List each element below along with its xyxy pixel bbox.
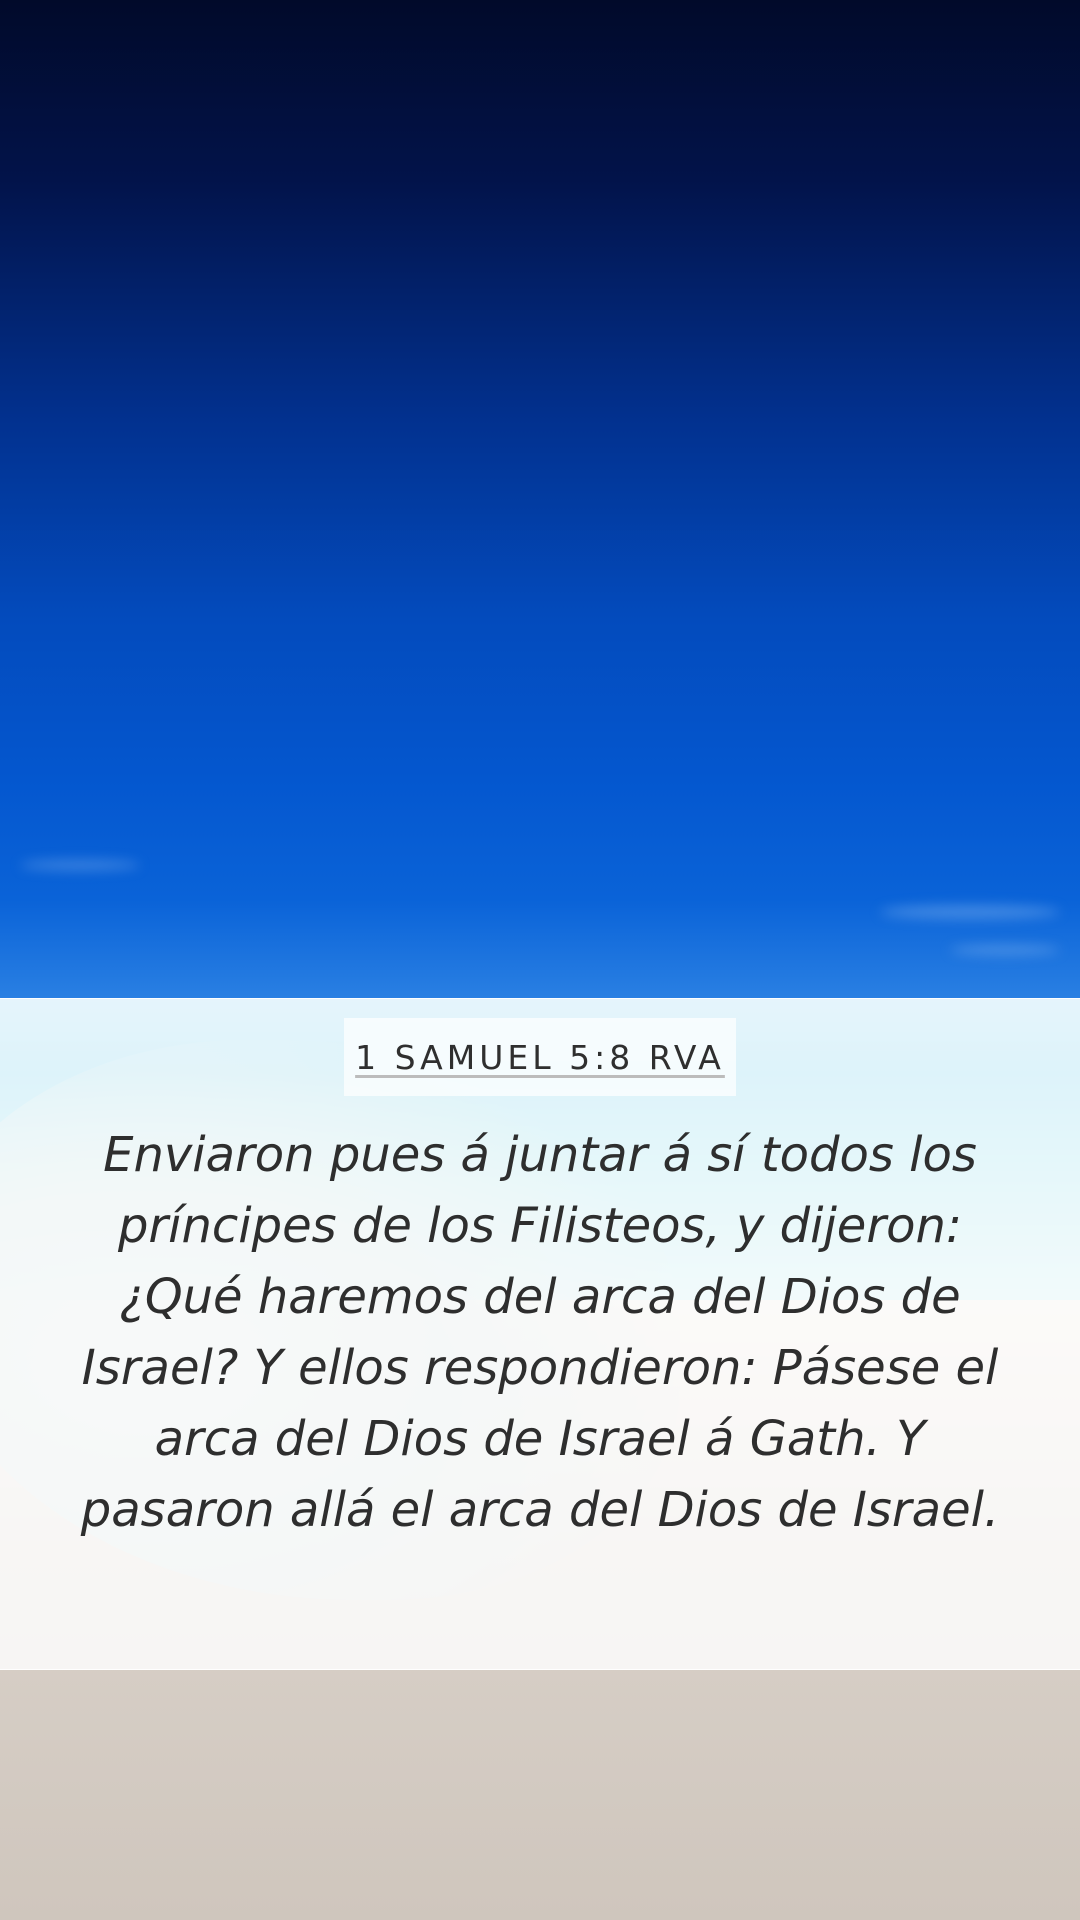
cloud-wisp bbox=[950, 945, 1060, 955]
verse-wallpaper: 1 SAMUEL 5:8 RVA Enviaron pues á juntar … bbox=[0, 0, 1080, 1920]
verse-reference[interactable]: 1 SAMUEL 5:8 RVA bbox=[355, 1038, 725, 1077]
cloud-wisp bbox=[20, 860, 140, 870]
reference-box: 1 SAMUEL 5:8 RVA bbox=[344, 1018, 736, 1096]
cloud-wisp bbox=[880, 905, 1060, 919]
verse-text: Enviaron pues á juntar á sí todos los pr… bbox=[80, 1127, 1000, 1538]
sky-background bbox=[0, 0, 1080, 1000]
